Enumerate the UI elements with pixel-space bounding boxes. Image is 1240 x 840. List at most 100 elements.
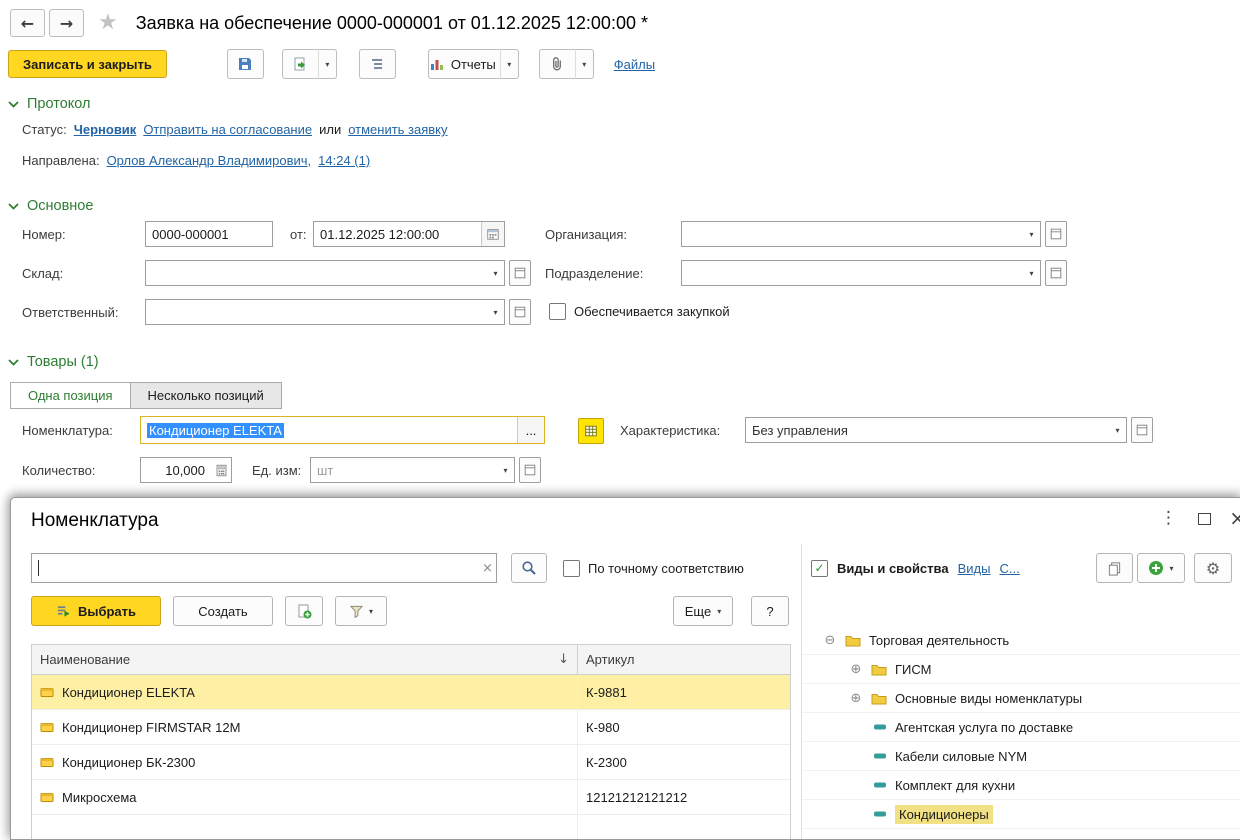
tree-item-folder[interactable]: ⊕ ГИСМ [802,655,1240,684]
attachments-button[interactable] [538,49,575,79]
save-button[interactable] [226,49,264,79]
protocol-status-line: Статус: Черновик Отправить на согласован… [22,122,448,137]
table-row[interactable]: Кондиционер FIRMSTAR 12М К-980 [32,710,790,745]
new-document-icon [298,604,312,619]
dialog-menu-dots-icon[interactable]: ⋮ [1160,510,1177,527]
tree-item[interactable]: Кабели силовые NYM [802,742,1240,771]
search-text[interactable] [39,559,479,577]
views-link[interactable]: Виды [958,561,991,576]
search-button[interactable] [511,553,547,583]
department-combo[interactable]: ▾ [681,260,1041,286]
warehouse-combo[interactable]: ▾ [145,260,505,286]
tree-item-folder[interactable]: ⊕ Основные виды номенклатуры [802,684,1240,713]
unit-open-button[interactable] [519,457,541,483]
chevron-down-icon: ▾ [1169,563,1174,573]
more-button[interactable]: Еще ▾ [673,596,733,626]
settings-button[interactable]: ⚙ [1194,553,1232,583]
main-section-header[interactable]: Основное [8,198,93,214]
organization-label: Организация: [545,227,628,242]
status-value-link[interactable]: Черновик [74,122,137,137]
back-button[interactable]: ← [10,9,45,37]
tree-item[interactable]: Комплект для кухни [802,771,1240,800]
expander-closed-icon[interactable]: ⊕ [849,691,863,706]
unit-combo[interactable]: шт ▾ [310,457,515,483]
date-field[interactable]: 01.12.2025 12:00:00 [313,221,505,247]
department-label: Подразделение: [545,266,644,281]
pick-list-button[interactable] [578,418,604,444]
document-structure-button[interactable] [358,49,396,79]
clear-search-icon[interactable]: × [479,554,496,582]
number-field[interactable]: 0000-000001 [145,221,273,247]
attachments-menu-arrow[interactable]: ▾ [574,49,594,79]
chevron-down-icon[interactable]: ▾ [497,458,514,482]
cancel-request-link[interactable]: отменить заявку [348,122,447,137]
reports-menu-arrow[interactable]: ▾ [499,49,519,79]
warehouse-open-button[interactable] [509,260,531,286]
chevron-down-icon[interactable]: ▾ [1109,418,1126,442]
directed-person-link[interactable]: Орлов Александр Владимирович, [107,153,312,168]
tree-item[interactable]: Агентская услуга по доставке [802,713,1240,742]
department-open-button[interactable] [1045,260,1067,286]
forward-button[interactable]: → [49,9,84,37]
directed-time-link[interactable]: 14:24 (1) [318,153,370,168]
checkbox-checked-icon: ✓ [811,559,828,577]
dialog-search-input[interactable]: × [31,553,497,583]
calculator-icon[interactable] [211,458,231,482]
nomenclature-table: Наименование ↓ Артикул Кондиционер ELEKT… [31,644,791,839]
procured-by-purchase-checkbox[interactable]: Обеспечивается закупкой [549,303,730,320]
column-header-name[interactable]: Наименование ↓ [32,645,577,674]
favorite-star-icon[interactable]: ★ [98,12,118,34]
characteristic-open-button[interactable] [1131,417,1153,443]
open-picker-icon [1050,228,1062,240]
table-row[interactable]: Микросхема 12121212121212 [32,780,790,815]
create-group-button[interactable] [285,596,323,626]
table-row-empty [32,815,790,839]
maximize-icon[interactable] [1198,513,1211,525]
post-document-menu-arrow[interactable]: ▾ [317,49,337,79]
send-for-approval-link[interactable]: Отправить на согласование [143,122,312,137]
post-document-button[interactable] [281,49,318,79]
nomenclature-ellipsis-button[interactable]: ... [517,417,544,443]
table-row[interactable]: Кондиционер БК-2300 К-2300 [32,745,790,780]
properties-link-truncated[interactable]: С... [999,561,1019,576]
nomenclature-field[interactable]: Кондиционер ELEKTA ... [140,416,545,444]
copy-button[interactable] [1096,553,1133,583]
protocol-section-header[interactable]: Протокол [8,96,91,112]
exact-match-checkbox[interactable]: По точному соответствию [563,560,744,577]
reports-button[interactable]: Отчеты [427,49,500,79]
types-filter-checkbox[interactable]: ✓ [811,559,828,577]
save-and-close-button[interactable]: Записать и закрыть [8,50,167,78]
filter-button[interactable]: ▾ [335,596,387,626]
characteristic-label: Характеристика: [620,423,721,438]
chevron-down-icon[interactable]: ▾ [487,300,504,324]
chevron-down-icon[interactable]: ▾ [487,261,504,285]
add-plus-icon [1149,561,1164,575]
table-row[interactable]: Кондиционер ELEKTA К-9881 [32,675,790,710]
chevron-down-icon[interactable]: ▾ [1023,261,1040,285]
close-icon[interactable]: × [1229,508,1240,528]
select-button[interactable]: Выбрать [31,596,161,626]
organization-open-button[interactable] [1045,221,1067,247]
add-type-button[interactable]: ▾ [1137,553,1185,583]
quantity-field[interactable]: 10,000 [140,457,232,483]
tree-item-selected[interactable]: Кондиционеры [802,800,1240,829]
create-button[interactable]: Создать [173,596,273,626]
expander-open-icon[interactable]: ⊖ [823,633,837,648]
files-link[interactable]: Файлы [614,57,655,72]
collapse-chevron-icon [8,202,19,210]
tab-single-position[interactable]: Одна позиция [10,382,131,409]
column-header-article[interactable]: Артикул [577,645,790,674]
tree-item-folder[interactable]: ⊖ Торговая деятельность [802,626,1240,655]
responsible-combo[interactable]: ▾ [145,299,505,325]
expander-closed-icon[interactable]: ⊕ [849,662,863,677]
folder-icon [845,635,861,646]
calendar-icon[interactable] [481,222,504,246]
goods-section-header[interactable]: Товары (1) [8,354,99,370]
responsible-open-button[interactable] [509,299,531,325]
chevron-down-icon[interactable]: ▾ [1023,222,1040,246]
organization-combo[interactable]: ▾ [681,221,1041,247]
forward-arrow-icon: → [59,13,74,33]
characteristic-combo[interactable]: Без управления ▾ [745,417,1127,443]
help-button[interactable]: ? [751,596,789,626]
tab-multiple-positions[interactable]: Несколько позиций [129,382,282,409]
